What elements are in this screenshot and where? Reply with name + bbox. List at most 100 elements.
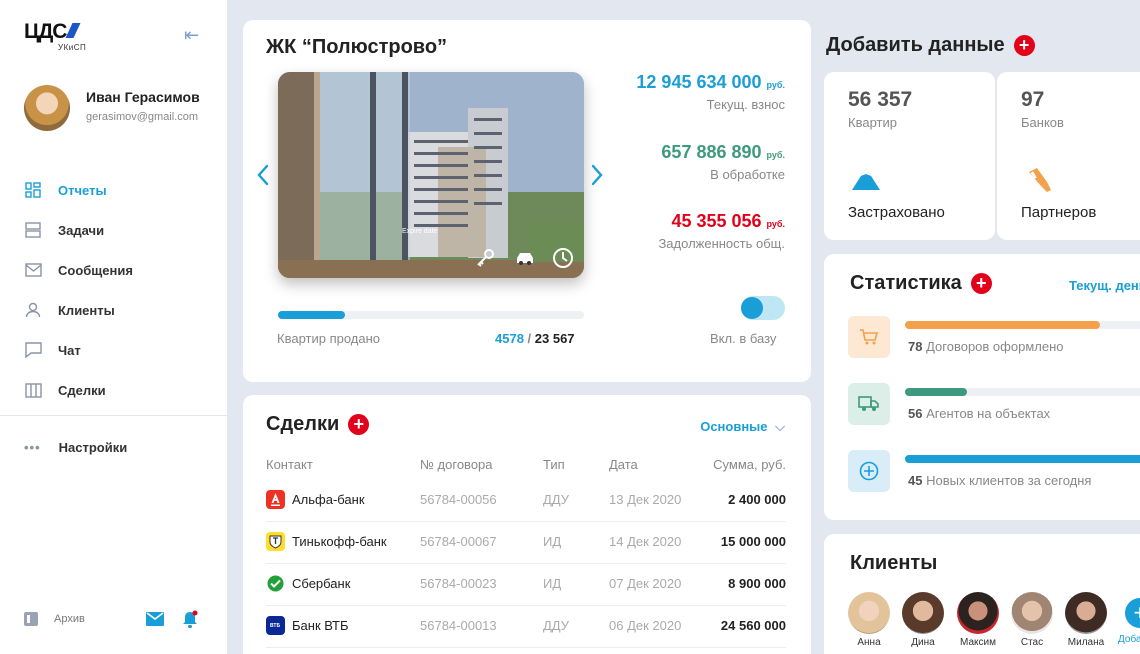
add-deal-button[interactable]: +: [348, 414, 370, 435]
nav-item-chat[interactable]: Чат: [24, 330, 214, 370]
add-data-button[interactable]: +: [1013, 35, 1035, 56]
table-row[interactable]: Тинькофф-банк 56784-00067 ИД 14 Дек 2020…: [266, 522, 786, 564]
client-avatar-item[interactable]: Стас: [1010, 592, 1054, 648]
stat-label: 78 Договоров оформлено: [908, 339, 1064, 354]
partners-card[interactable]: 97 Банков Партнеров: [997, 72, 1140, 240]
deals-header: Сделки +: [266, 413, 370, 436]
stat-bar-fill: [905, 388, 968, 396]
brand-name: ЦДС: [24, 20, 67, 43]
stats-header: Статистика +: [850, 272, 992, 295]
nav-item-deals[interactable]: Сделки: [24, 370, 214, 410]
nav-item-messages[interactable]: Сообщения: [24, 250, 214, 290]
client-avatar-item[interactable]: Анна: [847, 592, 891, 648]
deals-filter-dropdown[interactable]: Основные ⌵: [700, 419, 785, 435]
col-sum[interactable]: Сумма, руб.: [713, 457, 786, 472]
add-client-button[interactable]: + Добавить: [1118, 592, 1140, 645]
avatar: [902, 592, 944, 634]
money-processing: 657 886 890 руб. В обработке: [661, 142, 785, 182]
nav-label: Задачи: [58, 222, 105, 238]
cell-date: 07 Дек 2020: [609, 576, 682, 591]
project-photo[interactable]: Expire date: [278, 72, 584, 278]
toggle-label: Вкл. в базу: [710, 331, 777, 346]
sold-label: Квартир продано: [277, 331, 381, 346]
col-date[interactable]: Дата: [609, 457, 638, 472]
col-number[interactable]: № договора: [420, 457, 493, 472]
client-avatar-item[interactable]: Максим: [956, 592, 1000, 648]
notification-bell-icon[interactable]: [182, 610, 198, 634]
cell-number: 56784-00056: [420, 492, 497, 507]
cell-type: ДДУ: [543, 492, 570, 507]
table-row[interactable]: Сбербанк 56784-00023 ИД 07 Дек 2020 8 90…: [266, 564, 786, 606]
tasks-icon: [24, 221, 42, 239]
inbox-icon[interactable]: [146, 612, 164, 631]
chevron-right-icon[interactable]: [591, 164, 603, 191]
nav-label: Отчеты: [58, 182, 107, 198]
clients-title: Клиенты: [850, 552, 938, 574]
money-label: Задолженность общ.: [658, 236, 785, 251]
car-icon[interactable]: [514, 250, 536, 271]
stat-label: 56 Агентов на объектах: [908, 406, 1051, 421]
sold-count: 4578 / 23 567: [495, 331, 575, 346]
user-name: Иван Герасимов: [86, 89, 200, 105]
client-avatar-item[interactable]: Дина: [901, 592, 945, 648]
stat-bar-fill: [905, 455, 1140, 463]
client-name: Максим: [960, 637, 996, 648]
avatar: [1065, 592, 1107, 634]
money-value: 12 945 634 000 руб.: [636, 72, 785, 92]
insured-card[interactable]: 56 357 Квартир Застраховано: [824, 72, 995, 240]
nav-label: Чат: [58, 342, 81, 358]
collapse-sidebar-icon[interactable]: ⇤: [184, 24, 206, 46]
add-stat-button[interactable]: +: [970, 273, 992, 294]
include-db-toggle[interactable]: [741, 296, 785, 320]
stat-label: 45 Новых клиентов за сегодня: [908, 473, 1092, 488]
brush-icon: [1025, 166, 1053, 199]
table-row[interactable]: Альфа-банк 56784-00056 ДДУ 13 Дек 2020 2…: [266, 480, 786, 522]
client-name: Анна: [857, 637, 881, 648]
cell-contact: Сбербанк: [292, 576, 351, 591]
client-avatar-item[interactable]: Милана: [1064, 592, 1108, 648]
nav-item-clients[interactable]: Клиенты: [24, 290, 214, 330]
money-current: 12 945 634 000 руб. Текущ. взнос: [636, 72, 785, 112]
money-label: Текущ. взнос: [706, 97, 785, 112]
add-data-title: Добавить данные: [826, 34, 1005, 56]
col-contact[interactable]: Контакт: [266, 457, 313, 472]
project-title: ЖК “Полюстрово”: [266, 36, 448, 58]
clock-icon[interactable]: [552, 247, 574, 274]
sidebar-divider: [0, 415, 227, 416]
nav-item-tasks[interactable]: Задачи: [24, 210, 214, 250]
archive-label: Архив: [54, 613, 85, 625]
avatar: [957, 592, 999, 634]
chevron-left-icon[interactable]: [257, 164, 269, 191]
cell-type: ИД: [543, 534, 562, 549]
nav-item-reports[interactable]: Отчеты: [24, 170, 214, 210]
client-name: Милана: [1067, 637, 1105, 648]
table-row[interactable]: ВТБ Банк ВТБ 56784-00013 ДДУ 06 Дек 2020…: [266, 606, 786, 648]
project-card: ЖК “Полюстрово” Expire date 12 945 634 0…: [243, 20, 811, 382]
cell-number: 56784-00023: [420, 576, 497, 591]
insured-count: 56 357: [848, 88, 913, 111]
nav-label: Клиенты: [58, 302, 115, 318]
brand-logo[interactable]: ЦДС УКиСП: [24, 20, 86, 52]
nav-item-settings[interactable]: ••• Настройки: [24, 440, 127, 455]
cell-type: ИД: [543, 576, 562, 591]
add-data-header: Добавить данные +: [826, 34, 1035, 57]
stat-bar-fill: [905, 321, 1100, 329]
statistics-card: Статистика + Текущ. день 78 Договоров оф…: [824, 254, 1140, 520]
nav-label: Сообщения: [58, 262, 133, 278]
money-label: В обработке: [710, 167, 785, 182]
archive-link[interactable]: Архив: [24, 612, 85, 626]
alfa-bank-logo-icon: [266, 490, 285, 509]
cell-type: ДДУ: [543, 618, 570, 633]
photo-caption: Expire date: [402, 228, 438, 235]
chevron-down-icon: ⌵: [775, 419, 785, 434]
user-avatar[interactable]: [24, 85, 70, 131]
stats-period-filter[interactable]: Текущ. день: [1069, 278, 1140, 293]
toggle-knob: [741, 297, 763, 319]
col-type[interactable]: Тип: [543, 457, 565, 472]
mail-icon: [24, 261, 42, 279]
insured-sub: Квартир: [848, 115, 897, 130]
main-nav: Отчеты Задачи Сообщения Клиенты Чат Сдел…: [24, 170, 214, 410]
key-icon[interactable]: [476, 248, 496, 273]
nav-label: Сделки: [58, 382, 106, 398]
partners-label: Партнеров: [1021, 204, 1097, 221]
